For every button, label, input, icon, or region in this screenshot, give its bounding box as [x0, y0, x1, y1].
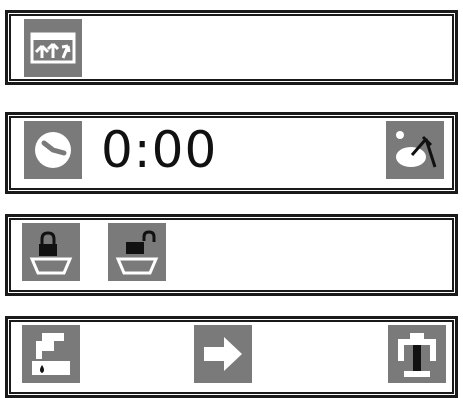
fullscreen-expand-icon [30, 32, 76, 64]
unlock-tray-icon [115, 230, 159, 275]
lock-panel [5, 214, 458, 296]
analog-clock-hand-icon [396, 131, 437, 168]
clock-button[interactable] [24, 121, 82, 179]
fullscreen-button[interactable] [24, 19, 82, 77]
timer-panel: 0:00 [5, 112, 458, 194]
faucet-drop-button[interactable] [22, 325, 80, 383]
arrow-right-button[interactable] [194, 325, 252, 383]
action-panel [5, 316, 458, 398]
timer-display: 0:00 [101, 121, 218, 179]
tool-stand-button[interactable] [388, 325, 446, 383]
lock-tray-button[interactable] [22, 223, 80, 281]
unlock-tray-button[interactable] [108, 223, 166, 281]
arrow-right-icon [204, 337, 242, 371]
clock-icon [35, 132, 71, 168]
faucet-drop-icon [32, 333, 70, 375]
tool-stand-icon [398, 333, 436, 377]
top-panel [5, 10, 458, 85]
lock-tray-icon [29, 231, 73, 275]
analog-clock-button[interactable] [386, 121, 444, 179]
